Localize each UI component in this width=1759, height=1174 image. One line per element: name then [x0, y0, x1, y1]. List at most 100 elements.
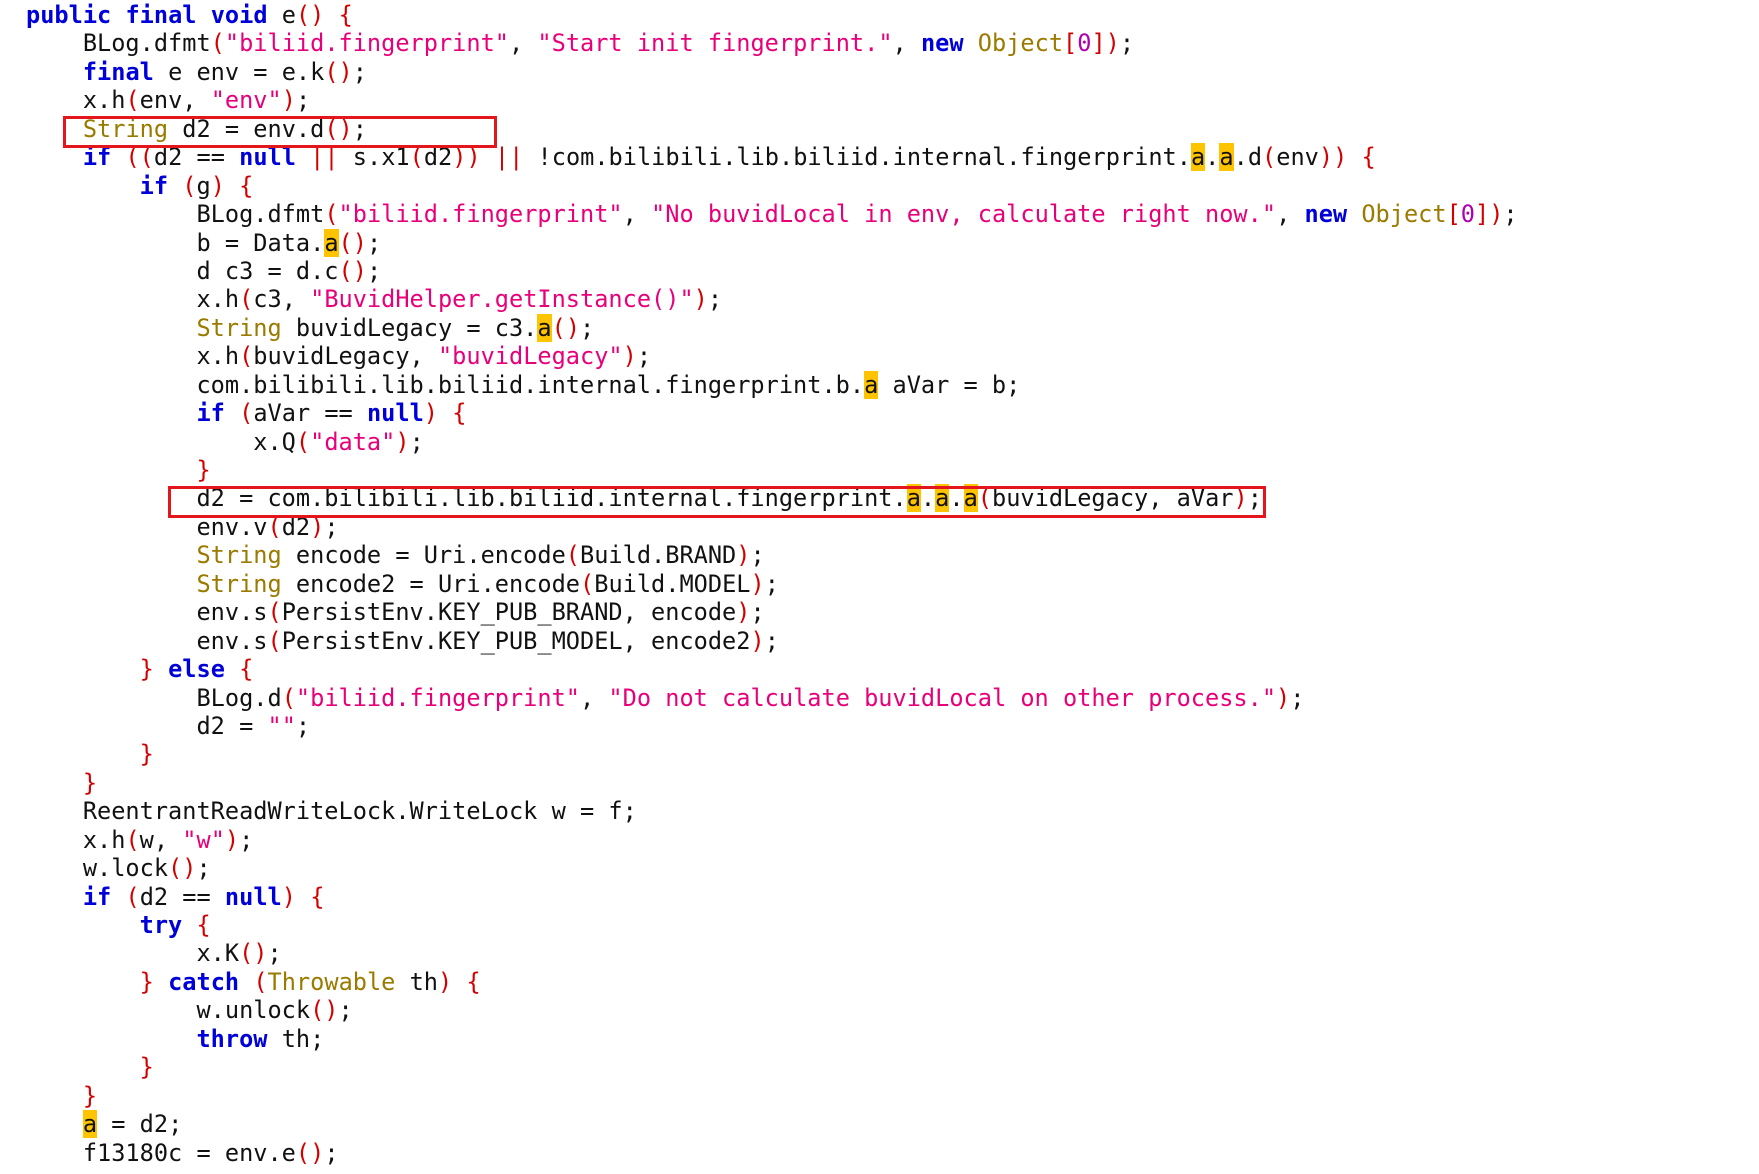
- code-line: d2 = "";: [26, 712, 1518, 740]
- bracket-token: (: [239, 342, 254, 371]
- code-line: env.s(PersistEnv.KEY_PUB_MODEL, encode2)…: [26, 627, 1518, 655]
- code-text: d2: [423, 143, 453, 172]
- code-text: ;: [707, 285, 723, 314]
- bracket-token: (): [295, 1, 325, 29]
- keyword-token: null: [224, 882, 282, 911]
- highlighted-token: a: [864, 370, 879, 399]
- bracket-token: [: [1446, 200, 1461, 229]
- bracket-token: }: [82, 768, 98, 797]
- code-view: public final void e() { BLog.dfmt ( "bilii…: [26, 1, 1518, 1167]
- code-text: s.x1: [338, 143, 410, 172]
- code-text: ;: [366, 228, 382, 257]
- code-text: w.unlock: [26, 996, 311, 1025]
- keyword-token: throw: [196, 1024, 268, 1053]
- code-text: x.K: [26, 939, 240, 968]
- bracket-token: (): [551, 313, 581, 342]
- code-text: encode2 = Uri.encode: [281, 569, 581, 598]
- code-text: d c3 = d.c: [26, 256, 339, 285]
- code-line: com.bilibili.lib.biliid.internal.fingerp…: [26, 370, 1518, 399]
- bracket-token: ): [281, 882, 296, 911]
- string-literal: "biliid.fingerprint": [295, 683, 580, 712]
- code-text: env,: [139, 86, 211, 115]
- highlighted-token: a: [537, 313, 552, 342]
- keyword-token: catch: [168, 967, 240, 996]
- code-text: x.h: [26, 285, 240, 314]
- code-line: public final void e() {: [26, 1, 1518, 29]
- code-text: ;: [1503, 200, 1518, 229]
- bracket-token: (: [565, 541, 581, 570]
- bracket-token: (): [168, 854, 197, 883]
- code-text: ;: [267, 939, 282, 968]
- code-text: ;: [580, 313, 595, 342]
- code-text: ;: [764, 626, 779, 655]
- code-line: }: [26, 1053, 1518, 1081]
- bracket-token: (: [239, 285, 254, 314]
- code-text: ;: [636, 342, 652, 371]
- code-line: final e env = e.k();: [26, 58, 1518, 86]
- bracket-token: (: [267, 626, 282, 655]
- code-text: f13180c = env.e: [26, 1138, 296, 1167]
- keyword-token: if: [139, 171, 169, 200]
- type-token: String: [82, 114, 169, 143]
- code-text: PersistEnv.KEY_PUB_BRAND, encode: [281, 598, 737, 627]
- code-text: d2 ==: [139, 882, 225, 911]
- string-literal: "No buvidLocal in env, calculate right n…: [651, 200, 1277, 229]
- bracket-token: ||: [310, 143, 339, 172]
- code-line: x.Q("data");: [26, 428, 1518, 456]
- code-text: ;: [750, 541, 765, 570]
- code-text: ;: [1119, 29, 1135, 58]
- code-text: d2 ==: [153, 143, 240, 172]
- bracket-token: ): [1276, 683, 1291, 712]
- code-line: x.h(buvidLegacy, "buvidLegacy");: [26, 342, 1518, 370]
- bracket-token: }: [139, 655, 154, 684]
- code-text: ;: [1290, 683, 1305, 712]
- code-line: w.unlock();: [26, 996, 1518, 1024]
- code-text: !com.bilibili.lib.biliid.internal.finger…: [523, 143, 1191, 172]
- code-text: ;: [750, 598, 765, 627]
- code-text: ;: [324, 1138, 339, 1167]
- code-text: PersistEnv.KEY_PUB_MODEL, encode2: [281, 626, 751, 655]
- code-text: ,: [892, 29, 921, 58]
- code-line: x.h(env, "env");: [26, 86, 1518, 114]
- keyword-token: try: [139, 911, 183, 939]
- code-line: throw th;: [26, 1025, 1518, 1053]
- type-token: Object: [977, 29, 1064, 58]
- code-text: x.h: [26, 86, 126, 115]
- code-text: com.bilibili.lib.biliid.internal.fingerp…: [26, 370, 865, 399]
- code-text: BLog.dfmt: [26, 29, 211, 58]
- code-text: ;: [352, 114, 367, 143]
- code-text: x.h: [26, 825, 126, 854]
- string-literal: "BuvidHelper.getInstance()": [310, 285, 694, 314]
- code-text: .: [920, 484, 936, 513]
- bracket-token: }: [139, 1053, 154, 1082]
- bracket-token: [: [1063, 29, 1078, 58]
- bracket-token: (: [267, 598, 282, 627]
- bracket-token: ): [622, 342, 637, 371]
- code-text: ,: [1276, 200, 1305, 229]
- type-token: String: [196, 569, 282, 598]
- keyword-token: if: [82, 882, 112, 911]
- bracket-token: ): [736, 541, 751, 570]
- bracket-token: (: [267, 512, 282, 541]
- code-text: ;: [409, 427, 424, 456]
- bracket-token: (): [324, 57, 353, 86]
- code-text: th: [395, 967, 439, 996]
- bracket-token: }: [139, 740, 154, 769]
- bracket-token: {: [310, 882, 325, 911]
- code-text: ;: [196, 854, 211, 883]
- bracket-token: {: [466, 967, 481, 996]
